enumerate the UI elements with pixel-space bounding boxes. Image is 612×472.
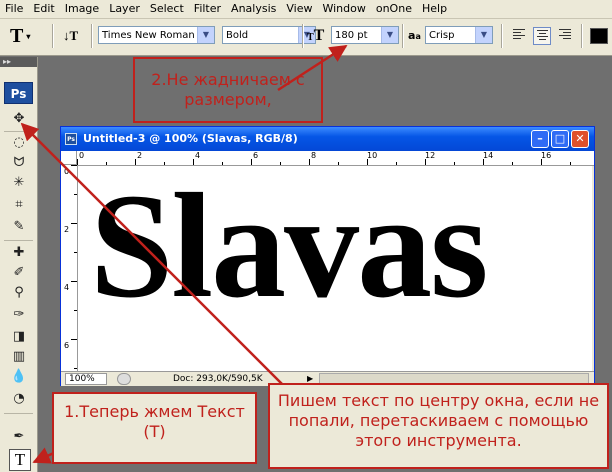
photoshop-logo[interactable]: Ps bbox=[4, 82, 33, 104]
chevron-down-icon: ▼ bbox=[381, 27, 398, 43]
gradient-tool-icon[interactable]: ▥ bbox=[9, 347, 29, 367]
menu-edit[interactable]: Edit bbox=[28, 0, 59, 18]
vertical-ruler: 0 2 4 6 bbox=[61, 165, 78, 371]
brush-tool-icon[interactable]: ✐ bbox=[9, 263, 29, 283]
font-style-value: Bold bbox=[226, 30, 249, 41]
font-size-select[interactable]: 180 pt ▼ bbox=[331, 26, 399, 44]
document-size-info: Doc: 293,0K/590,5K bbox=[173, 374, 263, 384]
menu-help[interactable]: Help bbox=[417, 0, 452, 18]
menu-file[interactable]: File bbox=[0, 0, 28, 18]
ruler-origin[interactable] bbox=[61, 151, 77, 165]
menu-select[interactable]: Select bbox=[145, 0, 189, 18]
blur-tool-icon[interactable]: 💧 bbox=[9, 367, 29, 387]
ruler-ticks bbox=[71, 165, 77, 369]
ruler-tick-label: 2 bbox=[64, 225, 70, 234]
pen-tool-icon[interactable]: ✒ bbox=[9, 427, 29, 447]
ruler-tick-label: 0 bbox=[64, 167, 70, 176]
document-canvas[interactable]: Slavas bbox=[78, 166, 592, 371]
align-center-icon[interactable] bbox=[533, 27, 551, 45]
separator bbox=[52, 24, 54, 48]
maximize-button[interactable]: □ bbox=[551, 130, 569, 148]
marquee-tool-icon[interactable]: ◌ bbox=[9, 133, 29, 153]
ps-document-icon: Ps bbox=[65, 133, 77, 145]
ruler-ticks bbox=[77, 159, 571, 165]
annotation-center-text: Пишем текст по центру окна, если не попа… bbox=[268, 383, 609, 469]
magic-wand-icon[interactable]: ✳ bbox=[9, 173, 29, 193]
font-size-value: 180 pt bbox=[335, 30, 368, 41]
font-family-value: Times New Roman bbox=[102, 30, 195, 41]
divider bbox=[4, 240, 33, 241]
close-button[interactable]: ✕ bbox=[571, 130, 589, 148]
toolbox: ▸▸ Ps ✥ ◌ ᗢ ✳ ⌗ ✎ ✚ ✐ ⚲ ✑ ◨ ▥ 💧 ◔ ✒ T bbox=[0, 57, 38, 472]
horizontal-ruler: 0 2 4 6 8 10 12 14 16 bbox=[77, 151, 594, 166]
antialias-value: Crisp bbox=[429, 30, 455, 41]
separator bbox=[302, 24, 304, 48]
clone-stamp-icon[interactable]: ⚲ bbox=[9, 283, 29, 303]
eyedropper-icon[interactable]: ✎ bbox=[9, 217, 29, 237]
move-tool-icon[interactable]: ✥ bbox=[9, 109, 29, 129]
menu-filter[interactable]: Filter bbox=[189, 0, 226, 18]
eraser-tool-icon[interactable]: ◨ bbox=[9, 327, 29, 347]
separator bbox=[501, 24, 503, 48]
menu-onone[interactable]: onOne bbox=[371, 0, 417, 18]
divider bbox=[4, 131, 33, 132]
lasso-tool-icon[interactable]: ᗢ bbox=[9, 153, 29, 173]
ruler-tick-label: 4 bbox=[64, 283, 70, 292]
annotation-type-tool: 1.Теперь жмем Текст (T) bbox=[52, 392, 257, 464]
canvas-text-layer[interactable]: Slavas bbox=[90, 166, 488, 336]
menu-view[interactable]: View bbox=[281, 0, 317, 18]
separator bbox=[581, 24, 583, 48]
chevron-down-icon: ▼ bbox=[475, 27, 492, 43]
menu-image[interactable]: Image bbox=[60, 0, 104, 18]
font-size-icon: TT bbox=[307, 27, 325, 44]
align-left-icon[interactable] bbox=[510, 27, 528, 45]
type-tool-icon[interactable]: T bbox=[9, 449, 31, 471]
menu-bar: File Edit Image Layer Select Filter Anal… bbox=[0, 0, 612, 19]
antialias-select[interactable]: Crisp ▼ bbox=[425, 26, 493, 44]
options-bar: T ▾ ↓T Times New Roman ▼ Bold ▼ TT 180 pt… bbox=[0, 19, 612, 56]
align-right-icon[interactable] bbox=[556, 27, 574, 45]
antialias-icon: aa bbox=[408, 29, 421, 42]
document-window[interactable]: Ps Untitled-3 @ 100% (Slavas, RGB/8) – □… bbox=[60, 126, 595, 386]
document-title: Untitled-3 @ 100% (Slavas, RGB/8) bbox=[83, 132, 298, 145]
zoom-field[interactable]: 100% bbox=[65, 373, 107, 385]
dodge-tool-icon[interactable]: ◔ bbox=[9, 389, 29, 409]
text-color-swatch[interactable] bbox=[590, 28, 608, 44]
type-tool-glyph: T bbox=[10, 25, 24, 47]
separator bbox=[402, 24, 404, 48]
menu-layer[interactable]: Layer bbox=[104, 0, 145, 18]
menu-window[interactable]: Window bbox=[317, 0, 370, 18]
chevron-down-icon: ▼ bbox=[197, 27, 214, 43]
text-orientation-icon[interactable]: ↓T bbox=[63, 27, 83, 45]
document-title-bar[interactable]: Ps Untitled-3 @ 100% (Slavas, RGB/8) – □… bbox=[61, 127, 594, 151]
healing-brush-icon[interactable]: ✚ bbox=[9, 243, 29, 263]
crop-tool-icon[interactable]: ⌗ bbox=[9, 195, 29, 215]
chevron-down-icon: ▾ bbox=[26, 32, 31, 42]
annotation-font-size: 2.Не жадничаем с размером, bbox=[133, 57, 323, 123]
toolbox-grip[interactable]: ▸▸ bbox=[0, 57, 37, 67]
ruler-tick-label: 6 bbox=[64, 341, 70, 350]
menu-analysis[interactable]: Analysis bbox=[226, 0, 281, 18]
tool-preset-icon[interactable]: T ▾ bbox=[10, 25, 30, 48]
divider bbox=[4, 413, 33, 414]
status-info-icon[interactable] bbox=[117, 373, 131, 385]
separator bbox=[91, 24, 93, 48]
history-brush-icon[interactable]: ✑ bbox=[9, 305, 29, 325]
font-family-select[interactable]: Times New Roman ▼ bbox=[98, 26, 215, 44]
minimize-button[interactable]: – bbox=[531, 130, 549, 148]
